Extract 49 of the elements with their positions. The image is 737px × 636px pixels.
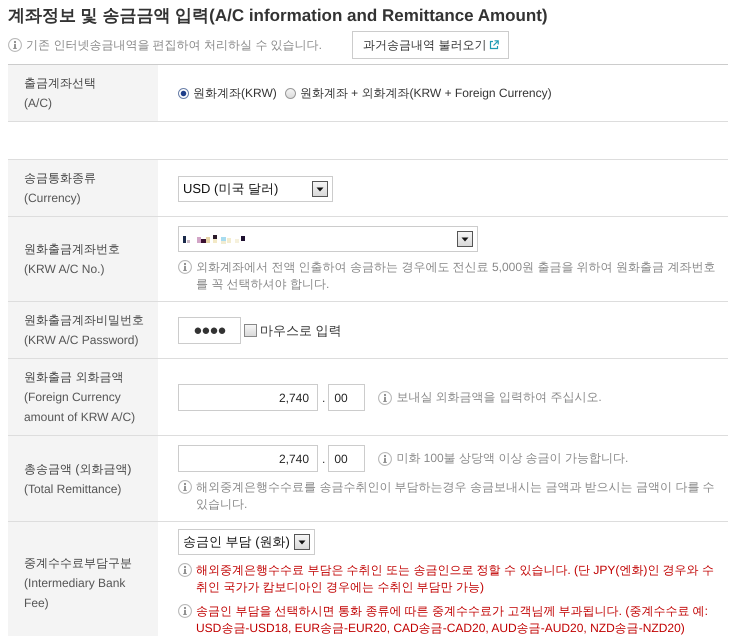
- warning-note: 송금인 부담을 선택하시면 통화 종류에 따른 중계수수료가 고객님께 부과됩니다. (중계수수료 예: USD송금-USD18, EUR송금-EUR20, CAD송금-CAD20, AUD송금-AUD20, NZD송금-NZD20): [196, 603, 710, 636]
- field-label-english: (Total Remittance): [24, 480, 122, 498]
- amount-field[interactable]: 2,740: [178, 384, 318, 411]
- info-icon: [378, 452, 392, 466]
- decimal-field[interactable]: 00: [328, 384, 366, 411]
- info-note: 외화계좌에서 전액 인출하여 송금하는 경우에도 전신료 5,000원 출금을 위하여 원화출금 계좌번호를 꼭 선택하셔야 합니다.: [196, 259, 716, 293]
- checkbox-label[interactable]: 마우스로 입력: [260, 322, 342, 340]
- field-label-english: (KRW A/C No.): [24, 261, 106, 278]
- field-label-english: (Foreign Currency amount of KRW A/C): [24, 389, 136, 426]
- info-note: 기존 인터넷송금내역을 편집하여 처리하실 수 있습니다.: [26, 36, 322, 54]
- radio-button[interactable]: [284, 88, 296, 99]
- external-link-icon: [489, 40, 500, 50]
- decimal-separator: .: [322, 452, 326, 466]
- warning-note: 해외중계은행수수료 부담은 수취인 또는 송금인으로 정할 수 있습니다. (단 JPY(엔화)인 경우와 수취인 국가가 캄보디아인 경우에는 수취인 부담만 가능): [196, 562, 716, 596]
- field-label-english: (KRW A/C Password): [24, 332, 140, 349]
- info-note: 미화 100불 상당액 이상 송금이 가능합니다.: [396, 450, 628, 467]
- checkbox[interactable]: [244, 324, 257, 337]
- info-icon: [178, 563, 192, 577]
- caret-icon[interactable]: [312, 180, 328, 196]
- decimal-separator: .: [322, 390, 326, 404]
- radio-label[interactable]: 원화계좌(KRW): [193, 85, 277, 102]
- field-label: 총송금액 (외화금액): [24, 460, 132, 478]
- radio-button[interactable]: [178, 88, 189, 99]
- field-label-english: (Currency): [24, 190, 82, 207]
- dropdown-select[interactable]: USD (미국 달러): [178, 176, 333, 202]
- info-icon: [378, 390, 392, 404]
- page-title: 계좌정보 및 송금금액 입력(A/C information and Remittance Amount): [8, 5, 548, 27]
- decimal-field[interactable]: 00: [328, 445, 366, 472]
- info-icon: [178, 480, 192, 494]
- amount-field[interactable]: 2,740: [178, 445, 318, 472]
- field-label: 원화출금 외화금액: [24, 369, 124, 386]
- field-label: 원화출금계좌번호: [24, 241, 121, 258]
- info-note: 보내실 외화금액을 입력하여 주십시오.: [396, 389, 602, 406]
- dropdown-select[interactable]: 송금인 부담 (원화): [178, 529, 315, 555]
- password-field[interactable]: ●●●●: [178, 317, 241, 344]
- radio-label[interactable]: 원화계좌 + 외화계좌(KRW + Foreign Currency): [300, 85, 552, 102]
- field-label-english: (Intermediary Bank Fee): [24, 574, 126, 612]
- field-label-english: (A/C): [24, 95, 53, 112]
- field-label: 출금계좌선택: [24, 75, 97, 92]
- field-label: 송금통화종류: [24, 170, 97, 187]
- info-icon: [8, 38, 22, 52]
- info-icon: [178, 604, 192, 618]
- caret-icon[interactable]: [457, 231, 473, 247]
- info-icon: [178, 260, 192, 274]
- load-history-button[interactable]: 과거송금내역 불러오기: [352, 31, 510, 59]
- field-label: 중계수수료부담구분: [24, 554, 133, 572]
- info-note: 해외중계은행수수료를 송금수취인이 부담하는경우 송금보내시는 금액과 받으시는 금액이 다를 수 있습니다.: [196, 479, 716, 513]
- field-label: 원화출금계좌비밀번호: [24, 312, 145, 329]
- caret-icon[interactable]: [294, 534, 310, 550]
